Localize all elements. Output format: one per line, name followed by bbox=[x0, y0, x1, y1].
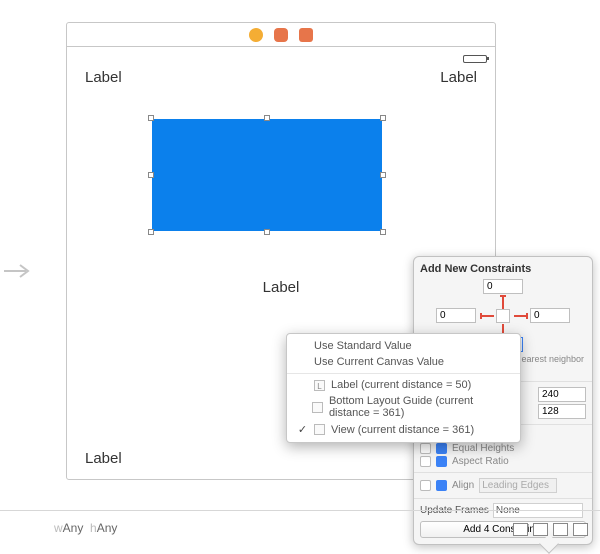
size-class-control[interactable]: wAny hAny bbox=[54, 521, 117, 535]
canvas-footer: wAny hAny bbox=[0, 510, 600, 543]
divider bbox=[414, 472, 592, 473]
center-box-icon bbox=[496, 309, 510, 323]
menu-option-view-text: View (current distance = 361) bbox=[331, 424, 474, 436]
label-type-icon: L bbox=[314, 380, 325, 391]
label-top-right[interactable]: Label bbox=[440, 69, 477, 86]
aspect-ratio-checkbox[interactable] bbox=[420, 456, 431, 467]
align-icon bbox=[436, 480, 447, 491]
left-strut-icon[interactable] bbox=[480, 312, 492, 320]
popover-title: Add New Constraints bbox=[420, 263, 586, 275]
divider bbox=[414, 498, 592, 499]
w-any: Any bbox=[63, 521, 84, 535]
warning-icon[interactable] bbox=[274, 28, 288, 42]
aspect-ratio-icon bbox=[436, 456, 447, 467]
resize-handle-w[interactable] bbox=[148, 172, 154, 178]
menu-option-label[interactable]: L Label (current distance = 50) bbox=[287, 377, 520, 393]
align-label: Align bbox=[452, 480, 474, 491]
pin-tool-icon[interactable] bbox=[553, 523, 568, 536]
resize-handle-se[interactable] bbox=[380, 229, 386, 235]
align-tool-icon[interactable] bbox=[533, 523, 548, 536]
menu-use-standard-label: Use Standard Value bbox=[314, 340, 412, 352]
view-type-icon bbox=[314, 424, 325, 435]
resize-handle-e[interactable] bbox=[380, 172, 386, 178]
left-spacing-input[interactable] bbox=[436, 308, 476, 323]
equal-heights-icon bbox=[436, 443, 447, 454]
menu-option-label-text: Label (current distance = 50) bbox=[331, 379, 471, 391]
canvas-header bbox=[67, 23, 495, 47]
right-strut-icon[interactable] bbox=[514, 312, 526, 320]
menu-option-bottom-guide[interactable]: Bottom Layout Guide (current distance = … bbox=[287, 393, 520, 421]
label-bottom-left[interactable]: Label bbox=[85, 450, 122, 467]
h-prefix: h bbox=[90, 521, 97, 535]
top-spacing-input[interactable] bbox=[483, 279, 523, 294]
height-input[interactable] bbox=[538, 404, 586, 419]
breakpoint-icon[interactable] bbox=[249, 28, 263, 42]
w-prefix: w bbox=[54, 521, 63, 535]
right-spacing-input[interactable] bbox=[530, 308, 570, 323]
selected-uiview[interactable] bbox=[152, 119, 382, 231]
insert-arrow-icon bbox=[2, 256, 32, 290]
menu-option-view[interactable]: ✓ View (current distance = 361) bbox=[287, 421, 520, 438]
align-select bbox=[479, 478, 557, 493]
runtime-icon[interactable] bbox=[299, 28, 313, 42]
label-top-left[interactable]: Label bbox=[85, 69, 122, 86]
stack-icon[interactable] bbox=[513, 523, 528, 536]
aspect-ratio-label: Aspect Ratio bbox=[452, 456, 509, 467]
menu-use-standard[interactable]: Use Standard Value bbox=[287, 338, 520, 354]
resize-handle-s[interactable] bbox=[264, 229, 270, 235]
menu-separator bbox=[287, 373, 520, 374]
menu-option-bottom-text: Bottom Layout Guide (current distance = … bbox=[329, 395, 510, 419]
menu-use-canvas[interactable]: Use Current Canvas Value bbox=[287, 354, 520, 370]
resize-handle-n[interactable] bbox=[264, 115, 270, 121]
resize-handle-ne[interactable] bbox=[380, 115, 386, 121]
align-checkbox bbox=[420, 480, 431, 491]
top-strut-icon[interactable] bbox=[499, 295, 507, 307]
resize-handle-sw[interactable] bbox=[148, 229, 154, 235]
resize-handle-nw[interactable] bbox=[148, 115, 154, 121]
width-input[interactable] bbox=[538, 387, 586, 402]
aspect-ratio-row[interactable]: Aspect Ratio bbox=[420, 455, 586, 468]
equal-heights-row[interactable]: Equal Heights bbox=[420, 442, 586, 455]
menu-use-canvas-label: Use Current Canvas Value bbox=[314, 356, 444, 368]
equal-heights-checkbox[interactable] bbox=[420, 443, 431, 454]
align-row: Align bbox=[420, 477, 586, 494]
equal-heights-label: Equal Heights bbox=[452, 443, 514, 454]
h-any: Any bbox=[97, 521, 118, 535]
check-icon: ✓ bbox=[297, 423, 308, 436]
spacing-dropdown-menu: Use Standard Value Use Current Canvas Va… bbox=[286, 333, 521, 443]
layout-toolbar bbox=[513, 523, 588, 536]
guide-type-icon bbox=[312, 402, 323, 413]
resolve-tool-icon[interactable] bbox=[573, 523, 588, 536]
